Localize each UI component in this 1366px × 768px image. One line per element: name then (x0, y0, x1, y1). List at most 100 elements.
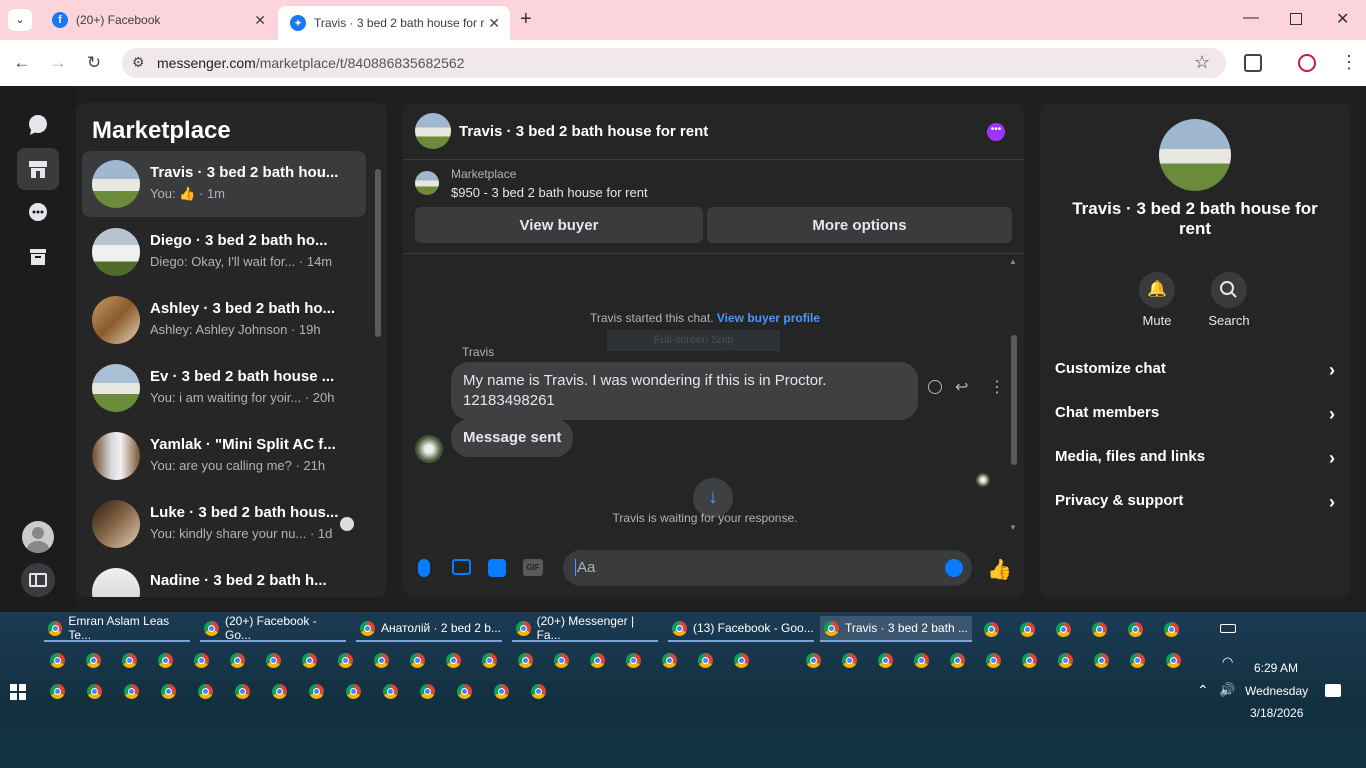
listing-title[interactable]: $950 - 3 bed 2 bath house for rent (451, 185, 648, 200)
chrome-icon[interactable] (86, 653, 101, 668)
chrome-icon[interactable] (626, 653, 641, 668)
reload-button[interactable]: ↻ (83, 52, 105, 74)
bookmark-star-icon[interactable]: ☆ (1194, 52, 1210, 73)
chrome-icon[interactable] (1022, 653, 1037, 668)
privacy-support-row[interactable]: Privacy & support › (1055, 492, 1335, 516)
chrome-icon[interactable] (457, 684, 472, 699)
more-options-button[interactable]: More options (707, 207, 1012, 243)
chrome-icon[interactable] (984, 622, 999, 637)
conversation-item[interactable]: Nadine · 3 bed 2 bath h... (82, 559, 366, 597)
message-bubble[interactable]: Message sent (451, 419, 574, 457)
conversation-item[interactable]: Diego · 3 bed 2 bath ho... Diego: Okay, … (82, 219, 366, 285)
chrome-icon[interactable] (1166, 653, 1181, 668)
profile-icon[interactable] (1298, 54, 1316, 72)
chrome-icon[interactable] (1092, 622, 1107, 637)
chrome-icon[interactable] (662, 653, 677, 668)
message-input[interactable]: Aa (563, 550, 972, 586)
conversation-info-icon[interactable]: ••• (987, 123, 1005, 141)
extensions-icon[interactable] (1244, 54, 1262, 72)
chrome-icon[interactable] (482, 653, 497, 668)
chrome-icon[interactable] (383, 684, 398, 699)
attach-image-icon[interactable] (452, 559, 471, 575)
emoji-icon[interactable] (945, 559, 963, 577)
thumbs-up-send-icon[interactable]: 👍 (987, 557, 1012, 582)
taskbar-task[interactable]: Emran Aslam Leas Te... (44, 614, 190, 642)
wifi-icon[interactable]: ◠ (1222, 654, 1233, 670)
chrome-icon[interactable] (346, 684, 361, 699)
messages-scrollbar[interactable] (1011, 335, 1017, 465)
scroll-down-arrow[interactable]: ▼ (1009, 523, 1017, 532)
chat-header-title[interactable]: Travis · 3 bed 2 bath house for rent (459, 123, 708, 140)
chrome-icon[interactable] (531, 684, 546, 699)
site-settings-icon[interactable]: ⚙ (132, 54, 145, 71)
reply-icon[interactable]: ↩ (955, 377, 968, 397)
chrome-icon[interactable] (122, 653, 137, 668)
chrome-icon[interactable] (235, 684, 250, 699)
chrome-icon[interactable] (374, 653, 389, 668)
address-bar[interactable]: ⚙ messenger.com/marketplace/t/8408868356… (122, 48, 1226, 78)
archive-icon[interactable] (17, 236, 59, 278)
clock-date[interactable]: 3/18/2026 (1250, 706, 1303, 720)
chrome-icon[interactable] (842, 653, 857, 668)
chrome-icon[interactable] (272, 684, 287, 699)
conversation-item[interactable]: Ashley · 3 bed 2 bath ho... Ashley: Ashl… (82, 287, 366, 353)
chrome-icon[interactable] (698, 653, 713, 668)
new-tab-button[interactable]: + (520, 8, 532, 31)
restore-button[interactable] (1290, 13, 1302, 25)
chrome-icon[interactable] (914, 653, 929, 668)
chrome-icon[interactable] (124, 684, 139, 699)
listing-thumbnail[interactable] (415, 171, 439, 195)
view-buyer-profile-link[interactable]: View buyer profile (717, 311, 820, 325)
chrome-icon[interactable] (1056, 622, 1071, 637)
chrome-icon[interactable] (878, 653, 893, 668)
chrome-icon[interactable] (1094, 653, 1109, 668)
chrome-icon[interactable] (50, 653, 65, 668)
mute-button[interactable]: 🔔 (1139, 272, 1175, 308)
chrome-icon[interactable] (590, 653, 605, 668)
chrome-icon[interactable] (158, 653, 173, 668)
forward-button[interactable]: → (47, 52, 69, 74)
chrome-icon[interactable] (446, 653, 461, 668)
message-more-icon[interactable]: ⋮ (989, 377, 1005, 397)
taskbar-task[interactable]: (13) Facebook - Goo... (668, 616, 814, 642)
voice-clip-icon[interactable] (418, 559, 430, 577)
chrome-icon[interactable] (410, 653, 425, 668)
list-scrollbar[interactable] (375, 169, 381, 337)
chrome-icon[interactable] (266, 653, 281, 668)
conversation-item[interactable]: Ev · 3 bed 2 bath house ... You: i am wa… (82, 355, 366, 421)
browser-menu-icon[interactable]: ⋮ (1340, 52, 1358, 73)
close-tab-icon[interactable]: ✕ (254, 12, 266, 29)
chrome-icon[interactable] (1020, 622, 1035, 637)
chrome-icon[interactable] (518, 653, 533, 668)
chrome-icon[interactable] (87, 684, 102, 699)
conversation-item[interactable]: Luke · 3 bed 2 bath hous... You: kindly … (82, 491, 366, 557)
show-hidden-icons[interactable]: ⌃ (1197, 682, 1209, 699)
chrome-icon[interactable] (309, 684, 324, 699)
chrome-icon[interactable] (302, 653, 317, 668)
chrome-icon[interactable] (1164, 622, 1179, 637)
volume-icon[interactable]: 🔊 (1219, 682, 1235, 698)
clock-day[interactable]: Wednesday (1245, 684, 1308, 698)
chrome-icon[interactable] (161, 684, 176, 699)
chrome-icon[interactable] (1130, 653, 1145, 668)
media-files-links-row[interactable]: Media, files and links › (1055, 448, 1335, 472)
start-button[interactable] (10, 684, 26, 700)
chrome-icon[interactable] (50, 684, 65, 699)
back-button[interactable]: ← (11, 52, 33, 74)
chrome-icon[interactable] (554, 653, 569, 668)
taskbar-task[interactable]: (20+) Facebook - Go... (200, 614, 346, 642)
tab-facebook[interactable]: f (20+) Facebook ✕ (40, 0, 276, 40)
gif-icon[interactable]: GIF (523, 559, 543, 576)
chrome-icon[interactable] (950, 653, 965, 668)
user-avatar[interactable] (17, 516, 59, 558)
chrome-icon[interactable] (230, 653, 245, 668)
battery-icon[interactable] (1220, 624, 1236, 633)
chrome-icon[interactable] (198, 684, 213, 699)
tab-search-button[interactable]: ⌄ (8, 9, 32, 31)
search-button[interactable] (1211, 272, 1247, 308)
toggle-sidebar-icon[interactable] (17, 559, 59, 601)
minimize-button[interactable]: — (1243, 9, 1259, 27)
clock-time[interactable]: 6:29 AM (1254, 661, 1298, 675)
message-bubble[interactable]: My name is Travis. I was wondering if th… (451, 362, 918, 420)
taskbar-task-active[interactable]: Travis · 3 bed 2 bath ... (820, 616, 972, 642)
